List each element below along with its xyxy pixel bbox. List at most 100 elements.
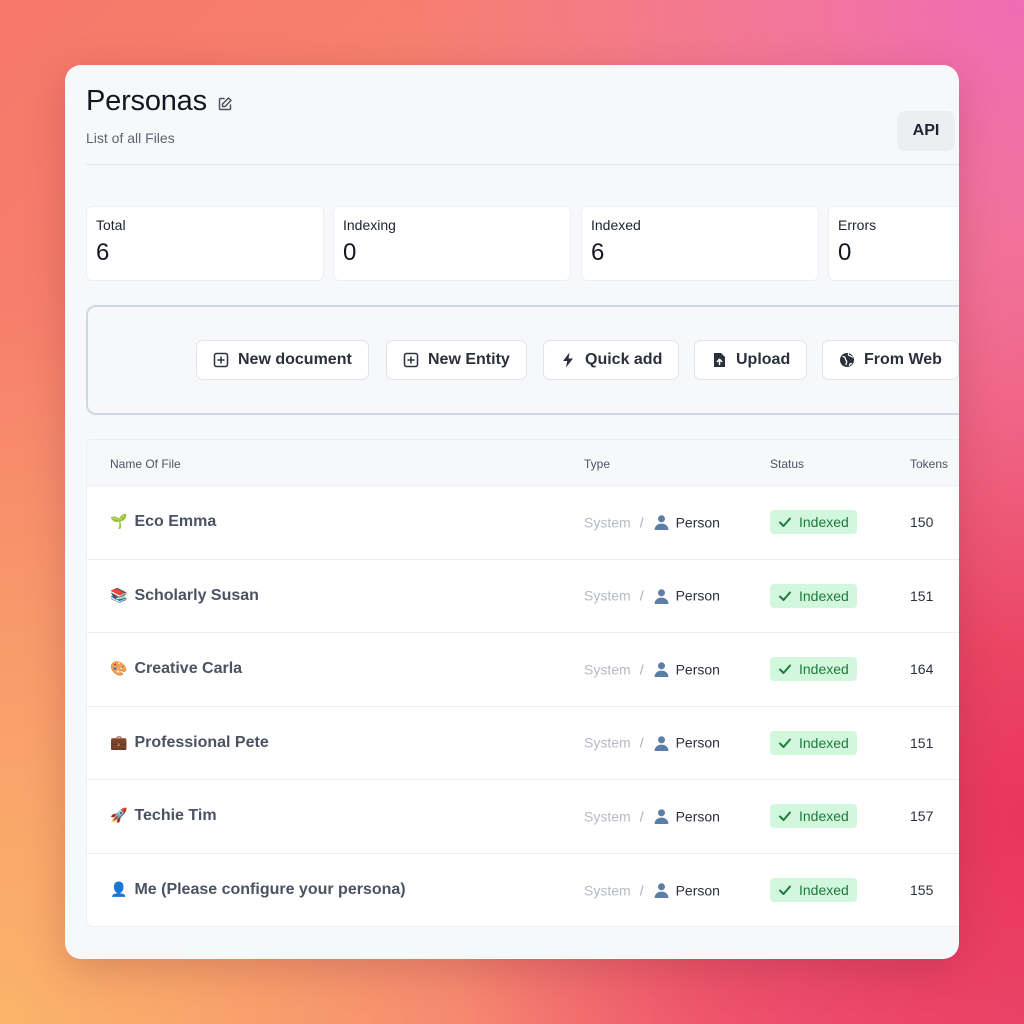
stats-row: Total 6 Indexing 0 Indexed 6 Errors 0 [86,206,959,281]
status-text: Indexed [799,734,849,751]
file-type: System / Person [584,734,720,751]
status-text: Indexed [799,661,849,678]
plus-square-icon [403,352,419,368]
button-label: New document [238,351,352,368]
file-name-text: Scholarly Susan [134,586,259,604]
token-count: 150 [910,514,934,531]
token-count: 157 [910,808,934,825]
person-icon [654,515,668,531]
type-separator: / [639,882,644,899]
from-web-button[interactable]: From Web [822,340,959,380]
file-name[interactable]: 📚 Scholarly Susan [110,587,259,605]
file-name-text: Creative Carla [134,660,243,678]
table-header: Name Of File Type Status Tokens [87,440,959,486]
token-count: 151 [910,587,934,604]
persona-emoji-icon: 💼 [110,734,128,751]
page-title: Personas [86,85,207,117]
status-badge: Indexed [770,878,857,903]
type-label: Person [675,734,720,751]
button-label: New Entity [428,351,510,368]
file-type: System / Person [584,514,720,531]
file-name-text: Professional Pete [134,733,269,751]
table-body: 🌱 Eco Emma System / Person Indexed 150 📚… [87,486,959,927]
column-header-tokens[interactable]: Tokens [910,457,948,471]
stat-value: 6 [96,239,110,266]
person-icon [654,809,668,825]
type-label: Person [675,808,720,825]
person-icon [654,883,668,899]
stat-label: Errors [838,217,877,233]
check-icon [779,885,791,896]
status-badge: Indexed [770,804,857,829]
file-name-text: Me (Please configure your persona) [134,881,406,899]
table-row[interactable]: 🎨 Creative Carla System / Person Indexed… [87,633,959,707]
table-row[interactable]: 📚 Scholarly Susan System / Person Indexe… [87,560,959,633]
file-name[interactable]: 🌱 Eco Emma [110,513,216,531]
type-source: System [584,661,631,678]
new-document-button[interactable]: New document [196,340,369,380]
plus-square-icon [213,352,229,368]
lightning-icon [563,352,573,368]
table-row[interactable]: 🚀 Techie Tim System / Person Indexed 157 [87,780,959,854]
column-header-name[interactable]: Name Of File [110,457,181,471]
check-icon [779,664,791,675]
page-header: Personas List of all Files API [86,85,959,151]
type-source: System [584,808,631,825]
stat-card-indexing: Indexing 0 [333,206,571,281]
table-row[interactable]: 🌱 Eco Emma System / Person Indexed 150 [87,486,959,560]
persona-emoji-icon: 🌱 [110,514,128,531]
stat-value: 0 [343,239,357,266]
file-type: System / Person [584,882,720,899]
check-icon [779,517,791,528]
button-label: Upload [736,351,791,368]
table-row[interactable]: 💼 Professional Pete System / Person Inde… [87,707,959,780]
type-label: Person [675,514,720,531]
type-separator: / [639,734,644,751]
column-header-type[interactable]: Type [584,457,610,471]
token-count: 151 [910,734,934,751]
file-name-text: Eco Emma [134,513,217,531]
column-header-status[interactable]: Status [770,457,804,471]
type-label: Person [675,661,720,678]
persona-emoji-icon: 👤 [110,882,128,899]
type-separator: / [639,514,644,531]
type-separator: / [639,808,644,825]
stat-card-total: Total 6 [86,206,324,281]
files-table: Name Of File Type Status Tokens 🌱 Eco Em… [86,439,959,927]
status-badge: Indexed [770,583,857,608]
file-name[interactable]: 🎨 Creative Carla [110,660,242,678]
stat-label: Total [96,217,126,233]
page-subtitle: List of all Files [86,130,175,146]
token-count: 164 [910,661,934,678]
status-badge: Indexed [770,657,857,682]
type-separator: / [639,587,644,604]
file-name[interactable]: 🚀 Techie Tim [110,807,217,825]
new-entity-button[interactable]: New Entity [386,340,527,380]
api-button[interactable]: API [897,111,955,151]
type-source: System [584,587,631,604]
upload-button[interactable]: Upload [694,340,808,380]
type-label: Person [675,587,720,604]
check-icon [779,811,791,822]
edit-title-icon[interactable] [217,96,233,112]
file-upload-icon [714,353,725,367]
stat-label: Indexing [343,217,396,233]
file-type: System / Person [584,808,720,825]
button-label: Quick add [585,351,663,368]
stat-card-indexed: Indexed 6 [581,206,819,281]
button-label: From Web [864,351,942,368]
file-name[interactable]: 👤 Me (Please configure your persona) [110,881,406,899]
check-icon [779,738,791,748]
table-row[interactable]: 👤 Me (Please configure your persona) Sys… [87,854,959,927]
person-icon [654,736,668,751]
stat-value: 6 [591,239,605,266]
status-badge: Indexed [770,510,857,535]
file-name[interactable]: 💼 Professional Pete [110,734,269,752]
type-source: System [584,882,631,899]
file-name-text: Techie Tim [134,807,217,825]
status-text: Indexed [799,808,849,825]
quick-add-button[interactable]: Quick add [543,340,680,380]
status-text: Indexed [799,514,849,531]
globe-icon [840,353,854,367]
type-separator: / [639,661,644,678]
